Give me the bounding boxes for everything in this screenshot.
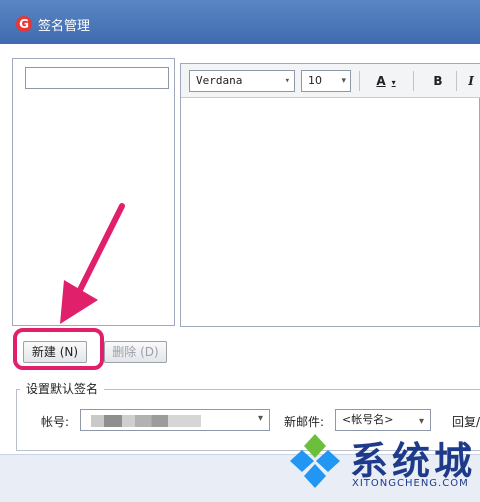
new-mail-signature-value: <帐号名>	[342, 413, 394, 426]
font-size-select[interactable]: 10 ▾	[301, 70, 351, 92]
chevron-down-icon: ▾	[391, 78, 396, 87]
account-label: 帐号:	[41, 415, 70, 429]
font-family-value: Verdana	[196, 74, 243, 87]
chevron-down-icon: ▾	[284, 76, 290, 86]
editor-toolbar: Verdana ▾ 10 ▾ A ▾ B I	[181, 64, 480, 98]
account-select[interactable]: ▾	[80, 409, 270, 431]
blurred-account-value	[91, 415, 201, 427]
signature-name-input[interactable]	[25, 67, 169, 89]
toolbar-divider	[413, 71, 414, 91]
bold-button[interactable]: B	[428, 70, 448, 92]
signature-content-area[interactable]	[181, 99, 479, 326]
italic-button[interactable]: I	[465, 70, 477, 92]
font-family-select[interactable]: Verdana ▾	[189, 70, 295, 92]
toolbar-divider	[456, 71, 457, 91]
title-bar: G 签名管理	[0, 0, 480, 44]
chevron-down-icon: ▾	[341, 76, 346, 86]
window-title: 签名管理	[38, 19, 91, 34]
signature-editor: Verdana ▾ 10 ▾ A ▾ B I	[180, 63, 480, 327]
app-logo-icon: G	[16, 16, 32, 32]
default-signature-group-title: 设置默认签名	[20, 380, 105, 397]
watermark-sub-text: XITONGCHENG.COM	[352, 478, 469, 489]
font-size-value: 10	[308, 74, 322, 87]
watermark-main-text: 系统城	[350, 438, 477, 483]
annotation-arrow-icon	[60, 203, 125, 324]
delete-signature-button[interactable]: 删除 (D)	[104, 341, 167, 363]
font-color-button[interactable]: A ▾	[371, 70, 401, 92]
font-color-icon: A	[376, 74, 386, 88]
watermark-logo-icon	[290, 434, 340, 488]
toolbar-divider	[359, 71, 360, 91]
watermark: 系统城 XITONGCHENG.COM	[286, 426, 476, 498]
new-signature-button[interactable]: 新建 (N)	[23, 341, 87, 363]
chevron-down-icon: ▾	[257, 413, 263, 424]
